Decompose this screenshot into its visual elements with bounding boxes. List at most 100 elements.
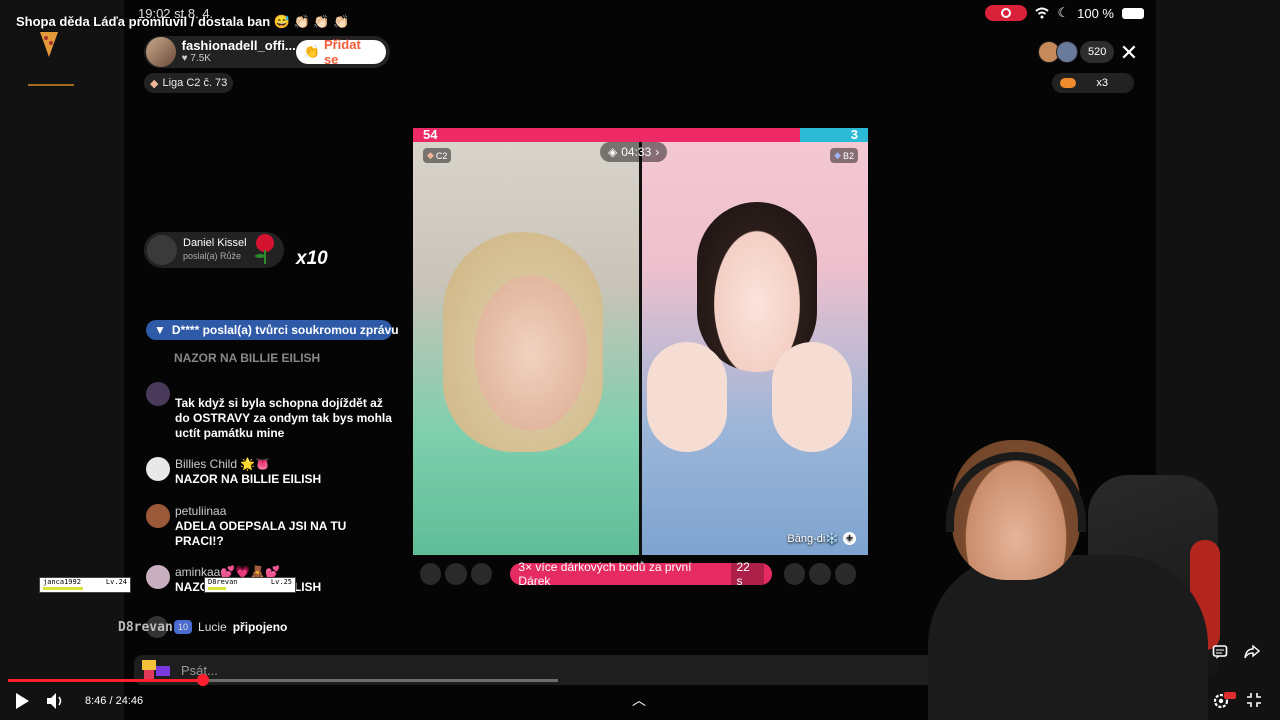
play-icon[interactable] xyxy=(14,692,30,710)
chevron-up-icon[interactable]: ︿ xyxy=(632,690,646,710)
gift-sender-name: Daniel Kissel xyxy=(183,237,247,249)
wifi-icon xyxy=(1035,7,1050,19)
score-bar-left xyxy=(413,128,800,142)
supporter-avatar[interactable] xyxy=(470,563,493,585)
supporter-avatar[interactable] xyxy=(420,563,442,585)
chat-avatar[interactable] xyxy=(146,382,170,406)
viewer-list[interactable]: 520 xyxy=(1038,41,1115,63)
clap-icon: 👏 xyxy=(303,44,320,59)
supporter-avatar[interactable] xyxy=(445,563,467,585)
share-icon[interactable] xyxy=(1244,644,1260,660)
follow-label: Přidat se xyxy=(323,37,361,67)
battle-divider xyxy=(639,142,642,555)
dm-notice[interactable]: ▼ D**** poslal(a) tvůrci soukromou zpráv… xyxy=(146,320,399,340)
close-icon[interactable]: ✕ xyxy=(1118,40,1140,66)
battle-timer-value: 04:33 xyxy=(621,145,652,159)
gift-count: x10 xyxy=(296,248,328,269)
gift-multiplier[interactable]: x3 xyxy=(1052,73,1134,93)
boost-seconds: 22 s xyxy=(731,558,764,590)
chat-avatar[interactable] xyxy=(146,457,170,481)
battle-timer[interactable]: ◈ 04:33 › xyxy=(600,142,668,162)
dm-notice-text: D**** poslal(a) tvůrci soukromou zprávu xyxy=(171,323,399,337)
chat-text: ADELA ODEPSALA JSI NA TU PRACI!? xyxy=(175,519,347,548)
user-level-badge: 10 xyxy=(174,620,193,634)
filter-icon: ▼ xyxy=(154,323,166,337)
diamond-icon: ◈ xyxy=(608,145,618,159)
chat-icon[interactable] xyxy=(1212,644,1228,660)
viewer-level-card: janca1992 Lv.24 xyxy=(39,577,131,593)
decoration-icon xyxy=(28,84,74,86)
tier-badge-left: ◆ C2 xyxy=(423,148,452,163)
viewer-level-name: D8revan xyxy=(208,578,238,586)
chat-username[interactable]: petuliinaa xyxy=(175,504,395,519)
recording-icon xyxy=(985,5,1028,21)
status-time: 19:02 st 8. 4. xyxy=(138,6,214,21)
chat-username[interactable]: Billies Child 🌟👅 xyxy=(175,457,395,472)
battle-view: 54 3 ◈ 04:33 › ◆ C2 ◆ B2 Bāng-di❄️ + xyxy=(413,128,868,555)
chat-avatar[interactable] xyxy=(146,565,170,589)
progress-bar[interactable] xyxy=(8,674,558,686)
battery-icon xyxy=(1122,7,1144,19)
diamond-icon: ◆ xyxy=(427,150,434,160)
score-right: 3 xyxy=(850,128,858,142)
host-video xyxy=(413,142,639,555)
viewer-level-value: Lv.24 xyxy=(105,578,127,586)
opponent-hand xyxy=(647,342,727,452)
boost-text: 3× více dárkových bodů za první Dárek xyxy=(518,560,692,588)
video-player[interactable]: Shopa děda Láďa promluvil / dostala ban … xyxy=(0,0,1280,720)
viewer-avatar[interactable] xyxy=(1056,41,1078,63)
host-likes: ♥ 7.5K xyxy=(182,52,296,65)
host-face xyxy=(443,232,603,452)
host-avatar[interactable] xyxy=(146,37,176,67)
chat-text: NAZOR NA BILLIE EILISH xyxy=(175,472,322,486)
opponent-video[interactable] xyxy=(642,142,868,555)
host-card[interactable]: fashionadell_offi... ♥ 7.5K 👏 Přidat se xyxy=(144,36,390,68)
chat-message[interactable]: petuliinaa ADELA ODEPSALA JSI NA TU PRAC… xyxy=(146,504,395,549)
joined-text: připojeno xyxy=(232,620,288,634)
viewer-level-value: Lv.25 xyxy=(270,578,292,586)
gift-sender-avatar xyxy=(147,235,177,265)
chat-faded-message: NAZOR NA BILLIE EILISH xyxy=(174,351,321,365)
chat-message[interactable]: Tak když si byla schopna dojíždět až do … xyxy=(146,382,395,441)
diamond-icon: ◆ xyxy=(834,150,841,160)
pizza-logo-icon xyxy=(40,32,58,57)
viewer-count[interactable]: 520 xyxy=(1080,41,1115,63)
opponent-name[interactable]: Bāng-di❄️ + xyxy=(787,532,856,545)
supporter-avatar[interactable] xyxy=(783,563,806,585)
opponent-hand xyxy=(772,342,852,452)
league-label: Liga C2 č. 73 xyxy=(162,77,228,89)
tier-badge-right: ◆ B2 xyxy=(830,148,858,163)
boost-banner[interactable]: 3× více dárkových bodů za první Dárek 22… xyxy=(510,558,772,590)
fullscreen-exit-icon[interactable] xyxy=(1246,692,1262,708)
tier-left-label: C2 xyxy=(435,150,448,161)
time-display: 8:46 / 24:46 xyxy=(85,695,144,707)
diamond-icon: ◆ xyxy=(150,77,159,90)
supporter-avatar[interactable] xyxy=(834,563,856,585)
chat-message[interactable]: Billies Child 🌟👅 NAZOR NA BILLIE EILISH xyxy=(146,457,395,487)
joined-user[interactable]: Lucie xyxy=(198,620,227,634)
league-badge[interactable]: ◆ Liga C2 č. 73 xyxy=(144,73,234,93)
add-icon[interactable]: + xyxy=(843,532,856,545)
opponent-name-label: Bāng-di❄️ xyxy=(787,533,839,545)
hd-badge-icon xyxy=(1224,692,1236,699)
gift-action: poslal(a) Růže xyxy=(183,251,242,261)
host-name: fashionadell_offi... xyxy=(181,38,296,53)
tier-right-label: B2 xyxy=(842,150,854,161)
chevron-right-icon: › xyxy=(655,145,660,159)
follow-button[interactable]: 👏 Přidat se xyxy=(295,37,386,67)
host-likes-value: 7.5K xyxy=(190,53,211,64)
chat-avatar[interactable] xyxy=(146,504,170,528)
overlay-username: D8revan xyxy=(118,620,173,635)
progress-handle[interactable] xyxy=(196,674,209,686)
moon-icon: ☾ xyxy=(1057,5,1070,20)
streamer-body xyxy=(928,555,1208,720)
boost-row: 3× více dárkových bodů za první Dárek 22… xyxy=(420,558,860,590)
gift-icon xyxy=(1060,78,1076,88)
viewer-level-card: D8revan Lv.25 xyxy=(204,577,296,593)
progress-fill xyxy=(8,679,203,682)
viewer-level-bar xyxy=(208,587,226,590)
volume-icon[interactable] xyxy=(46,692,66,710)
score-left: 54 xyxy=(423,128,438,142)
supporter-avatar[interactable] xyxy=(809,563,831,585)
battery-percent: 100 % xyxy=(1077,5,1114,21)
